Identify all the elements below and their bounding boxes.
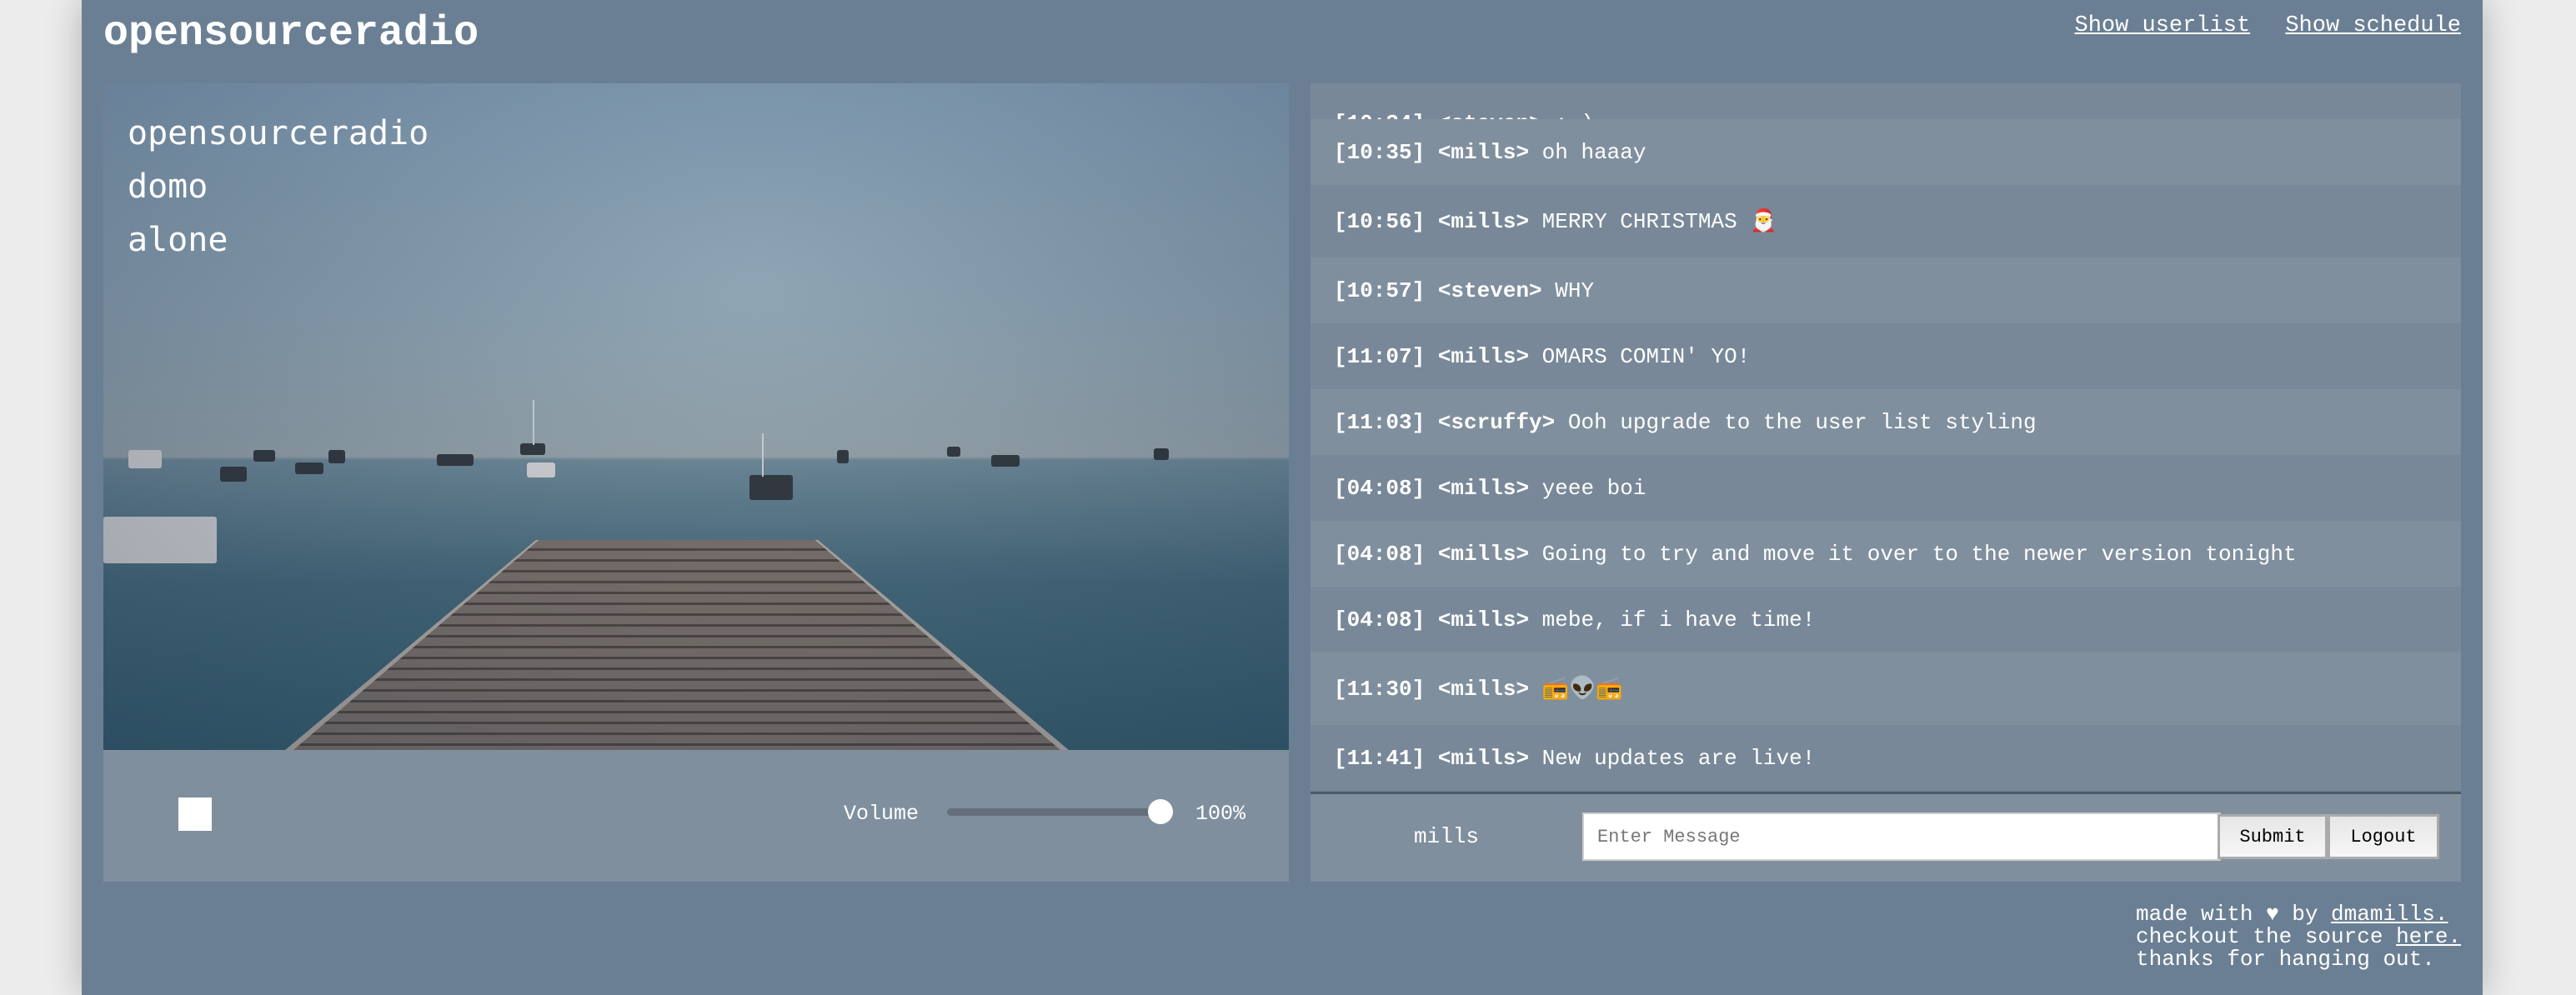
chat-message: [10:35] <mills> oh haaay [1311,119,2461,185]
message-text: 📻👽📻 [1541,677,1623,702]
message-text: : ) [1555,111,1594,119]
chat-message: [04:08] <mills> yeee boi [1311,455,2461,521]
message-nick: <mills> [1437,139,1530,165]
station-name: opensourceradio [128,114,429,152]
message-timestamp: [11:30] [1334,677,1426,702]
message-timestamp: [10:56] [1334,209,1426,234]
message-nick: <mills> [1437,607,1530,632]
chat-input-bar: mills Submit Logout [1311,794,2461,882]
message-nick: <steven> [1437,278,1542,303]
chat-message: [11:03] <scruffy> Ooh upgrade to the use… [1311,389,2461,455]
chat-message: [10:34] <steven> : ) [1311,83,2461,119]
message-nick: <steven> [1438,111,1542,119]
message-text: MERRY CHRISTMAS 🎅 [1541,209,1777,234]
chat-message: [10:56] <mills> MERRY CHRISTMAS 🎅 [1311,185,2461,258]
chat-message: [11:41] <mills> New updates are live! [1311,725,2461,791]
chat-message: [11:07] <mills> OMARS COMIN' YO! [1311,323,2461,389]
volume-slider-thumb[interactable] [1148,799,1174,824]
message-nick: <mills> [1437,677,1530,702]
message-text: mebe, if i have time! [1541,607,1816,632]
author-link[interactable]: dmamills. [2331,902,2448,927]
chat-message: [04:08] <mills> Going to try and move it… [1311,521,2461,587]
footer: made with ♥ by dmamills. checkout the so… [2136,902,2462,972]
track-name: alone [128,221,228,259]
artist-name: domo [128,168,208,206]
message-nick: <mills> [1437,541,1530,567]
message-text: OMARS COMIN' YO! [1541,343,1751,369]
message-text: Going to try and move it over to the new… [1541,541,2297,567]
message-text: New updates are live! [1541,745,1816,771]
player-controls: Volume 100% [103,750,1289,882]
message-timestamp: [04:08] [1334,607,1426,632]
header-links: Show userlist Show schedule [2053,13,2461,38]
message-text: WHY [1555,278,1595,303]
chat-message: [11:30] <mills> 📻👽📻 [1311,652,2461,725]
message-timestamp: [11:03] [1334,409,1426,435]
volume-value: 100% [1195,802,1246,826]
now-playing-overlay: opensourceradio domo alone [128,107,428,267]
chat-message: [10:57] <steven> WHY [1311,258,2461,323]
message-nick: <scruffy> [1437,409,1556,435]
message-text: oh haaay [1541,139,1646,165]
message-timestamp: [04:08] [1334,541,1426,567]
volume-label: Volume [844,802,920,826]
message-timestamp: [04:08] [1334,475,1426,501]
message-text: Ooh upgrade to the user list styling [1567,409,2037,435]
page-container: opensourceradio Show userlist Show sched… [82,0,2483,995]
logout-button[interactable]: Logout [2328,814,2439,859]
message-input[interactable] [1582,812,2221,861]
message-nick: <mills> [1437,209,1530,234]
app-title: opensourceradio [103,10,479,58]
show-schedule-link[interactable]: Show schedule [2285,13,2461,38]
message-timestamp: [11:07] [1334,343,1426,369]
message-timestamp: [11:41] [1334,745,1426,771]
chat-message: [04:08] <mills> mebe, if i have time! [1311,587,2461,652]
message-nick: <mills> [1437,343,1530,369]
message-nick: <mills> [1437,475,1530,501]
message-timestamp: [10:34] [1334,111,1425,119]
message-text: yeee boi [1541,475,1646,501]
source-link[interactable]: here. [2396,924,2461,949]
stop-button[interactable] [178,798,212,831]
volume-slider[interactable] [947,799,1174,824]
video-visualizer: opensourceradio domo alone [103,83,1289,750]
message-timestamp: [10:57] [1334,278,1426,303]
chat-messages[interactable]: [10:34] <steven> : )[10:35] <mills> oh h… [1311,83,2461,792]
current-username: mills [1414,824,1480,849]
submit-button[interactable]: Submit [2218,814,2328,859]
message-timestamp: [10:35] [1334,139,1426,165]
message-nick: <mills> [1437,745,1530,771]
show-userlist-link[interactable]: Show userlist [2075,13,2251,38]
